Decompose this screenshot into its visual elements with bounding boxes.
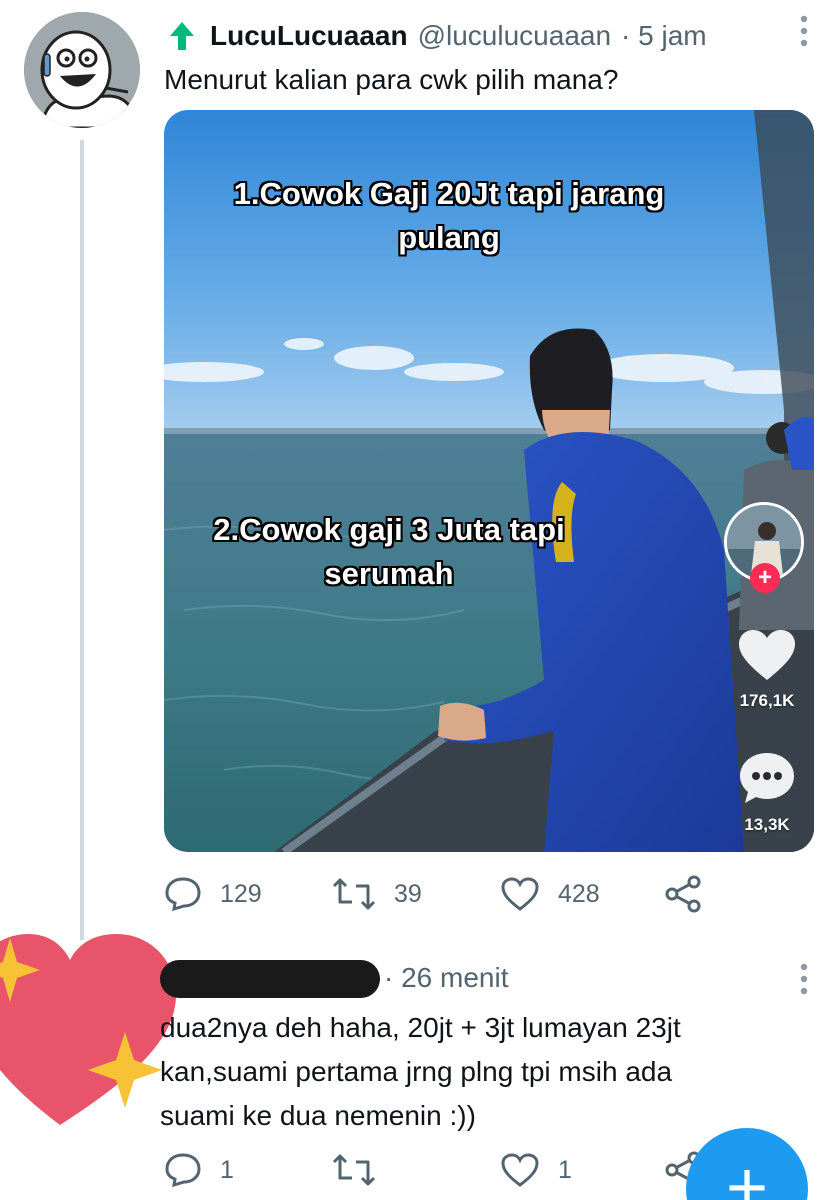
reply-text-line: suami ke dua nemenin :)) <box>160 1100 476 1131</box>
reply-retweet-button[interactable] <box>332 1148 394 1192</box>
author-handle[interactable]: @luculucuaaan <box>418 20 611 52</box>
reply-text-line: dua2nya deh haha, 20jt + 3jt lumayan 23j… <box>160 1012 681 1043</box>
reply-count: 129 <box>220 879 262 908</box>
tweet-text: Menurut kalian para cwk pilih mana? <box>164 64 619 95</box>
tiktok-comment-icon <box>740 753 794 803</box>
reply-time[interactable]: · 26 menit <box>384 962 509 994</box>
reply-text: dua2nya deh haha, 20jt + 3jt lumayan 23j… <box>160 1006 800 1138</box>
reply-more-options-icon[interactable] <box>799 962 809 996</box>
like-count: 428 <box>558 879 600 908</box>
tweet-time[interactable]: · 5 jam <box>621 20 707 52</box>
heart-icon <box>501 877 539 911</box>
reply-text-line: kan,suami pertama jrng plng tpi msih ada <box>160 1056 673 1087</box>
reply-reply-count: 1 <box>220 1155 234 1184</box>
retweet-icon <box>332 1154 376 1186</box>
like-button[interactable]: 428 <box>500 872 600 916</box>
tiktok-like-button[interactable]: 176,1K <box>734 628 800 711</box>
tweet-header: LucuLucuaaan @luculucuaaan · 5 jam <box>168 16 707 56</box>
tweet-action-bar: 129 39 428 <box>164 872 724 916</box>
caption-1-line-2: pulang <box>398 220 500 255</box>
more-options-icon[interactable] <box>799 14 809 48</box>
author-display-name[interactable]: LucuLucuaaan <box>210 20 408 52</box>
share-icon <box>665 875 701 913</box>
reply-icon <box>165 1153 201 1188</box>
reply-action-bar: 1 1 <box>164 1148 724 1192</box>
share-button[interactable] <box>664 872 722 916</box>
tweet-media-video[interactable]: 1.Cowok Gaji 20Jt tapi jarang pulang 2.C… <box>164 110 814 852</box>
compose-tweet-button[interactable]: + <box>686 1128 808 1200</box>
tiktok-follow-plus-icon[interactable]: + <box>750 563 780 593</box>
tiktok-comment-button[interactable]: 13,3K <box>734 750 800 835</box>
tiktok-comment-count: 13,3K <box>744 815 790 834</box>
meme-face-avatar-image <box>24 12 140 128</box>
video-caption-option-1: 1.Cowok Gaji 20Jt tapi jarang pulang <box>164 172 774 260</box>
redacted-username <box>160 960 380 998</box>
retweet-icon <box>332 878 376 910</box>
reply-icon <box>165 877 201 912</box>
thread-connector-line <box>80 140 84 940</box>
tiktok-like-count: 176,1K <box>739 691 795 710</box>
reply-button[interactable]: 129 <box>164 872 262 916</box>
caption-2-line-2: serumah <box>324 556 454 591</box>
promote-arrow-icon <box>170 22 194 50</box>
video-caption-option-2: 2.Cowok gaji 3 Juta tapi serumah <box>164 508 714 596</box>
reply-like-count: 1 <box>558 1155 572 1184</box>
retweet-button[interactable]: 39 <box>332 872 422 916</box>
retweet-count: 39 <box>394 879 422 908</box>
heart-icon <box>501 1153 539 1187</box>
tiktok-heart-icon <box>739 630 795 680</box>
caption-2-line-1: 2.Cowok gaji 3 Juta tapi <box>213 512 565 547</box>
reply-like-button[interactable]: 1 <box>500 1148 572 1192</box>
reply-reply-button[interactable]: 1 <box>164 1148 234 1192</box>
caption-1-line-1: 1.Cowok Gaji 20Jt tapi jarang <box>233 176 665 211</box>
author-avatar[interactable] <box>24 12 140 128</box>
